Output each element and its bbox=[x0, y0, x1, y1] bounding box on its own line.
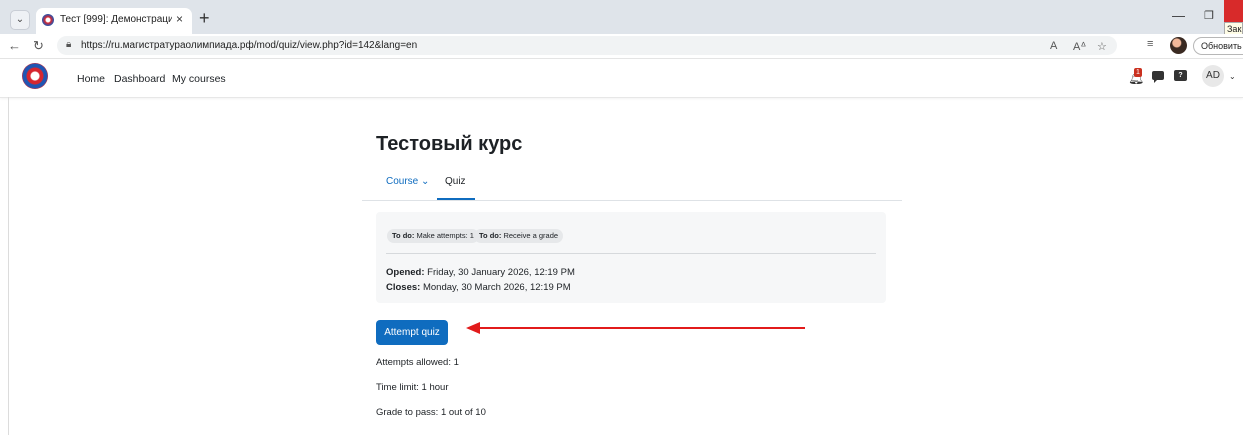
closes-date: Closes: Monday, 30 March 2026, 12:19 PM bbox=[386, 282, 571, 293]
minimize-icon[interactable]: — bbox=[1172, 8, 1185, 23]
tab-course[interactable]: Course ⌄ bbox=[386, 176, 429, 187]
favorite-icon[interactable]: ☆ bbox=[1097, 40, 1107, 53]
annotation-arrow-line bbox=[478, 327, 805, 329]
url-field[interactable]: 🔒︎ https://ru.магистратураолимпиада.рф/m… bbox=[57, 36, 1117, 55]
grade-to-pass: Grade to pass: 1 out of 10 bbox=[376, 407, 486, 418]
refresh-icon[interactable]: ↻ bbox=[33, 38, 44, 54]
todo-badge-make-attempts: To do: Make attempts: 1 bbox=[387, 229, 479, 243]
site-logo[interactable] bbox=[22, 63, 48, 89]
site-favicon-icon bbox=[42, 14, 54, 26]
tab-close-icon[interactable]: × bbox=[176, 12, 183, 26]
nav-my-courses[interactable]: My courses bbox=[172, 73, 226, 85]
messages-icon[interactable] bbox=[1152, 71, 1164, 83]
browser-tab[interactable]: Тест [999]: Демонстрационный × bbox=[36, 8, 192, 34]
nav-home[interactable]: Home bbox=[77, 73, 105, 85]
attempt-quiz-button[interactable]: Attempt quiz bbox=[376, 320, 448, 345]
restore-icon[interactable]: ❐ bbox=[1204, 9, 1214, 22]
chevron-down-icon: ⌄ bbox=[421, 176, 430, 187]
collections-icon[interactable]: ≡ bbox=[1147, 38, 1153, 50]
site-navbar: Home Dashboard My courses 🔔︎ 1 ? AD ⌄ bbox=[0, 59, 1243, 98]
info-divider bbox=[386, 253, 876, 254]
tab-title: Тест [999]: Демонстрационный bbox=[60, 14, 172, 25]
url-text[interactable]: https://ru.магистратураолимпиада.рф/mod/… bbox=[81, 40, 417, 51]
attempts-allowed: Attempts allowed: 1 bbox=[376, 357, 459, 368]
ai-assistant-icon[interactable]: ? bbox=[1174, 70, 1187, 81]
update-button[interactable]: Обновить bbox=[1193, 37, 1243, 55]
new-tab-button[interactable]: + bbox=[199, 8, 210, 29]
activity-information: To do: Make attempts: 1 To do: Receive a… bbox=[376, 212, 886, 303]
chevron-down-icon[interactable]: ⌄ bbox=[1229, 72, 1236, 81]
profile-icon[interactable] bbox=[1170, 37, 1187, 54]
tab-list-icon[interactable]: ⌄ bbox=[10, 10, 30, 30]
back-icon[interactable]: ← bbox=[8, 38, 21, 53]
todo-badge-receive-grade: To do: Receive a grade bbox=[474, 229, 564, 243]
avatar[interactable]: AD bbox=[1202, 65, 1224, 87]
time-limit: Time limit: 1 hour bbox=[376, 382, 449, 393]
browser-titlebar: ⌄ Тест [999]: Демонстрационный × + — ❐ З… bbox=[0, 0, 1243, 36]
page-title: Тестовый курс bbox=[376, 133, 523, 155]
aa-icon[interactable]: Aᐞ bbox=[1073, 40, 1086, 53]
left-drawer-divider bbox=[8, 97, 9, 435]
nav-dashboard[interactable]: Dashboard bbox=[114, 73, 165, 85]
opened-date: Opened: Friday, 30 January 2026, 12:19 P… bbox=[386, 267, 575, 278]
secondary-nav-divider bbox=[362, 200, 902, 201]
read-aloud-icon[interactable]: A bbox=[1050, 40, 1057, 52]
notification-count-badge: 1 bbox=[1134, 68, 1142, 77]
address-bar-row: ← ↻ 🔒︎ https://ru.магистратураолимпиада.… bbox=[0, 34, 1243, 59]
tab-quiz[interactable]: Quiz bbox=[445, 176, 466, 187]
lock-icon: 🔒︎ bbox=[66, 39, 72, 50]
